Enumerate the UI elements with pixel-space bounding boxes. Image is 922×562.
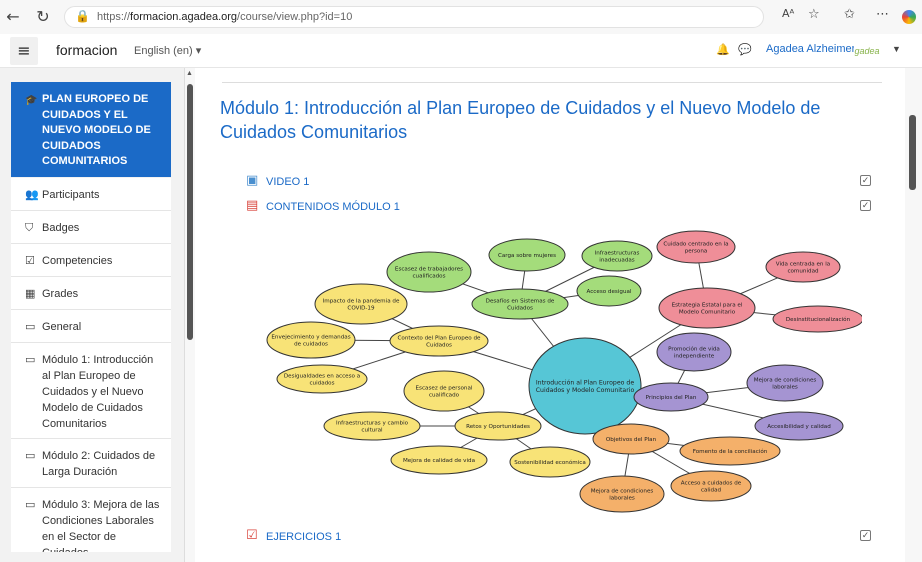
- map-node-estrategia: Estrategia Estatal para el Modelo Comunit…: [658, 287, 756, 329]
- check-square-icon: ☑: [25, 254, 35, 267]
- favorites-bar-icon[interactable]: ✩: [844, 7, 855, 22]
- svg-text:Desinstitucionalización: Desinstitucionalización: [786, 316, 851, 323]
- table-icon: ▦: [25, 287, 36, 300]
- sidebar-item-2[interactable]: ⛉ Badges: [11, 211, 171, 244]
- bell-icon[interactable]: 🔔: [716, 43, 730, 56]
- folder-icon: ▭: [25, 498, 36, 511]
- mind-map-image: Introducción al Plan Europeo de Cuidados …: [266, 230, 862, 513]
- map-node-envejecimiento: Envejecimiento y demandas de cuidados: [266, 321, 356, 359]
- video-icon: ▣: [246, 173, 259, 188]
- sidebar-item-3[interactable]: ☑ Competencies: [11, 244, 171, 277]
- map-node-mejora-condiciones: Mejora de condiciones laborales: [746, 364, 824, 402]
- sidebar-item-label: Grades: [42, 288, 79, 300]
- svg-text:Fomento de la conciliación: Fomento de la conciliación: [693, 448, 768, 455]
- svg-text:Accesibilidad y calidad: Accesibilidad y calidad: [767, 424, 831, 430]
- svg-text:Principios del Plan: Principios del Plan: [646, 395, 697, 401]
- svg-text:Infraestructurasinadecuadas: Infraestructuras inadecuadas: [595, 250, 640, 263]
- shield-icon: ⛉: [25, 221, 34, 234]
- folder-icon: ▭: [25, 449, 36, 462]
- completion-checkbox[interactable]: ✓: [860, 200, 871, 211]
- map-node-infra-cambio: Infraestructuras y cambio cultural: [323, 411, 421, 441]
- pdf-icon: ▤: [246, 198, 259, 213]
- sidebar-item-label: Badges: [42, 222, 80, 234]
- folder-icon: ▭: [25, 353, 36, 366]
- sidebar-item-label: Módulo 2: Cuidados de Larga Duración: [42, 450, 156, 478]
- avatar[interactable]: gadea: [854, 40, 880, 62]
- sidebar-item-4[interactable]: ▦ Grades: [11, 277, 171, 310]
- svg-text:Introducción al Plan Europeo d: Introducción al Plan Europeo de Cuidados …: [536, 378, 635, 394]
- user-name[interactable]: Agadea Alzheimer: [766, 43, 855, 55]
- map-node-escasez-personal: Escasez de personal cualificado: [403, 370, 485, 412]
- map-node-cuidado-centrado: Cuidado centrado en la persona: [656, 230, 736, 264]
- map-node-acceso-desigual: Acceso desigual: [576, 275, 642, 307]
- map-node-mejora-condiciones-lab: Mejora de condiciones laborales: [579, 475, 665, 513]
- sidebar-item-label: Participants: [42, 189, 100, 201]
- activity-link[interactable]: CONTENIDOS MÓDULO 1: [266, 201, 400, 213]
- sidebar-item-8[interactable]: ▭ Módulo 3: Mejora de las Condiciones Lab…: [11, 488, 171, 552]
- copilot-icon[interactable]: [902, 10, 916, 24]
- more-icon[interactable]: ⋯: [876, 7, 889, 22]
- scroll-up-icon[interactable]: ▲: [186, 70, 193, 77]
- map-node-sostenibilidad: Sostenibilidad económica: [509, 446, 591, 478]
- map-node-desigualdades: Desigualdades en acceso a cuidados: [276, 364, 368, 394]
- map-node-principios: Principios del Plan: [633, 382, 709, 412]
- map-node-impacto-covid: Impacto de la pandemia de COVID-19: [314, 283, 408, 325]
- svg-text:Acceso desigual: Acceso desigual: [587, 289, 632, 295]
- map-node-vida-centrada: Vida centrada en la comunidad: [765, 251, 841, 283]
- favorite-star-icon[interactable]: ☆: [808, 7, 820, 22]
- map-node-center: Introducción al Plan Europeo de Cuidados …: [528, 337, 642, 435]
- svg-text:Sostenibilidad económica: Sostenibilidad económica: [514, 459, 586, 466]
- sidebar-item-label: Competencies: [42, 255, 113, 267]
- sidebar-item-label: General: [42, 321, 82, 333]
- chat-icon[interactable]: 💬: [738, 43, 752, 56]
- map-node-mejora-vida: Mejora de calidad de vida: [390, 445, 488, 475]
- map-node-retos: Retos y Oportunidades: [454, 411, 542, 441]
- read-aloud-icon[interactable]: Aᴬ: [782, 7, 794, 20]
- users-icon: 👥: [25, 188, 39, 201]
- sidebar-scrollbar-thumb[interactable]: [187, 84, 193, 340]
- activity-link[interactable]: VIDEO 1: [266, 176, 309, 188]
- svg-text:Estrategia Estatal para elMode: Estrategia Estatal para el Modelo Comunit…: [672, 302, 743, 315]
- activity-link[interactable]: EJERCICIOS 1: [266, 531, 341, 543]
- completion-checkbox[interactable]: ✓: [860, 530, 871, 541]
- map-node-promocion-vida: Promoción de vida independiente: [656, 332, 732, 372]
- assignment-icon: ☑: [246, 528, 258, 543]
- main-scrollbar-thumb[interactable]: [909, 115, 916, 190]
- svg-text:Mejora de calidad de vida: Mejora de calidad de vida: [403, 458, 475, 464]
- sidebar-item-label: Módulo 1: Introducción al Plan Europeo d…: [42, 354, 154, 430]
- map-node-acceso-cuidados-calidad: Acceso a cuidados de calidad: [670, 470, 752, 502]
- folder-icon: ▭: [25, 320, 36, 333]
- svg-text:Objetivos del Plan: Objetivos del Plan: [606, 437, 657, 443]
- chevron-down-icon[interactable]: ▼: [892, 44, 901, 54]
- sidebar-item-5[interactable]: ▭ General: [11, 310, 171, 343]
- map-node-accesibilidad: Accesibilidad y calidad: [754, 411, 844, 441]
- completion-checkbox[interactable]: ✓: [860, 175, 871, 186]
- svg-text:Retos y Oportunidades: Retos y Oportunidades: [466, 424, 530, 430]
- map-node-objetivos: Objetivos del Plan: [592, 423, 670, 455]
- sidebar-item-1[interactable]: 👥 Participants: [11, 178, 171, 211]
- sidebar-item-6[interactable]: ▭ Módulo 1: Introducción al Plan Europeo …: [11, 343, 171, 439]
- map-node-desinstitucionalizacion: Desinstitucionalización: [772, 305, 862, 333]
- map-node-desafios: Desafíos en Sistemas de Cuidados: [471, 288, 569, 320]
- map-node-carga-mujeres: Carga sobre mujeres: [488, 238, 566, 272]
- sidebar-item-7[interactable]: ▭ Módulo 2: Cuidados de Larga Duración: [11, 439, 171, 488]
- divider: [222, 82, 882, 83]
- map-node-contexto: Contexto del Plan Europeo de Cuidados: [389, 325, 489, 357]
- svg-text:Carga sobre mujeres: Carga sobre mujeres: [498, 253, 556, 259]
- sidebar-item-label: Módulo 3: Mejora de las Condiciones Labo…: [42, 499, 160, 552]
- section-title: Módulo 1: Introducción al Plan Europeo d…: [220, 98, 821, 142]
- map-node-fomento-conciliacion: Fomento de la conciliación: [679, 436, 781, 466]
- map-node-escasez-trabajadores: Escasez de trabajadores cualificados: [386, 251, 472, 293]
- map-node-infra-inadecuadas: Infraestructuras inadecuadas: [581, 240, 653, 272]
